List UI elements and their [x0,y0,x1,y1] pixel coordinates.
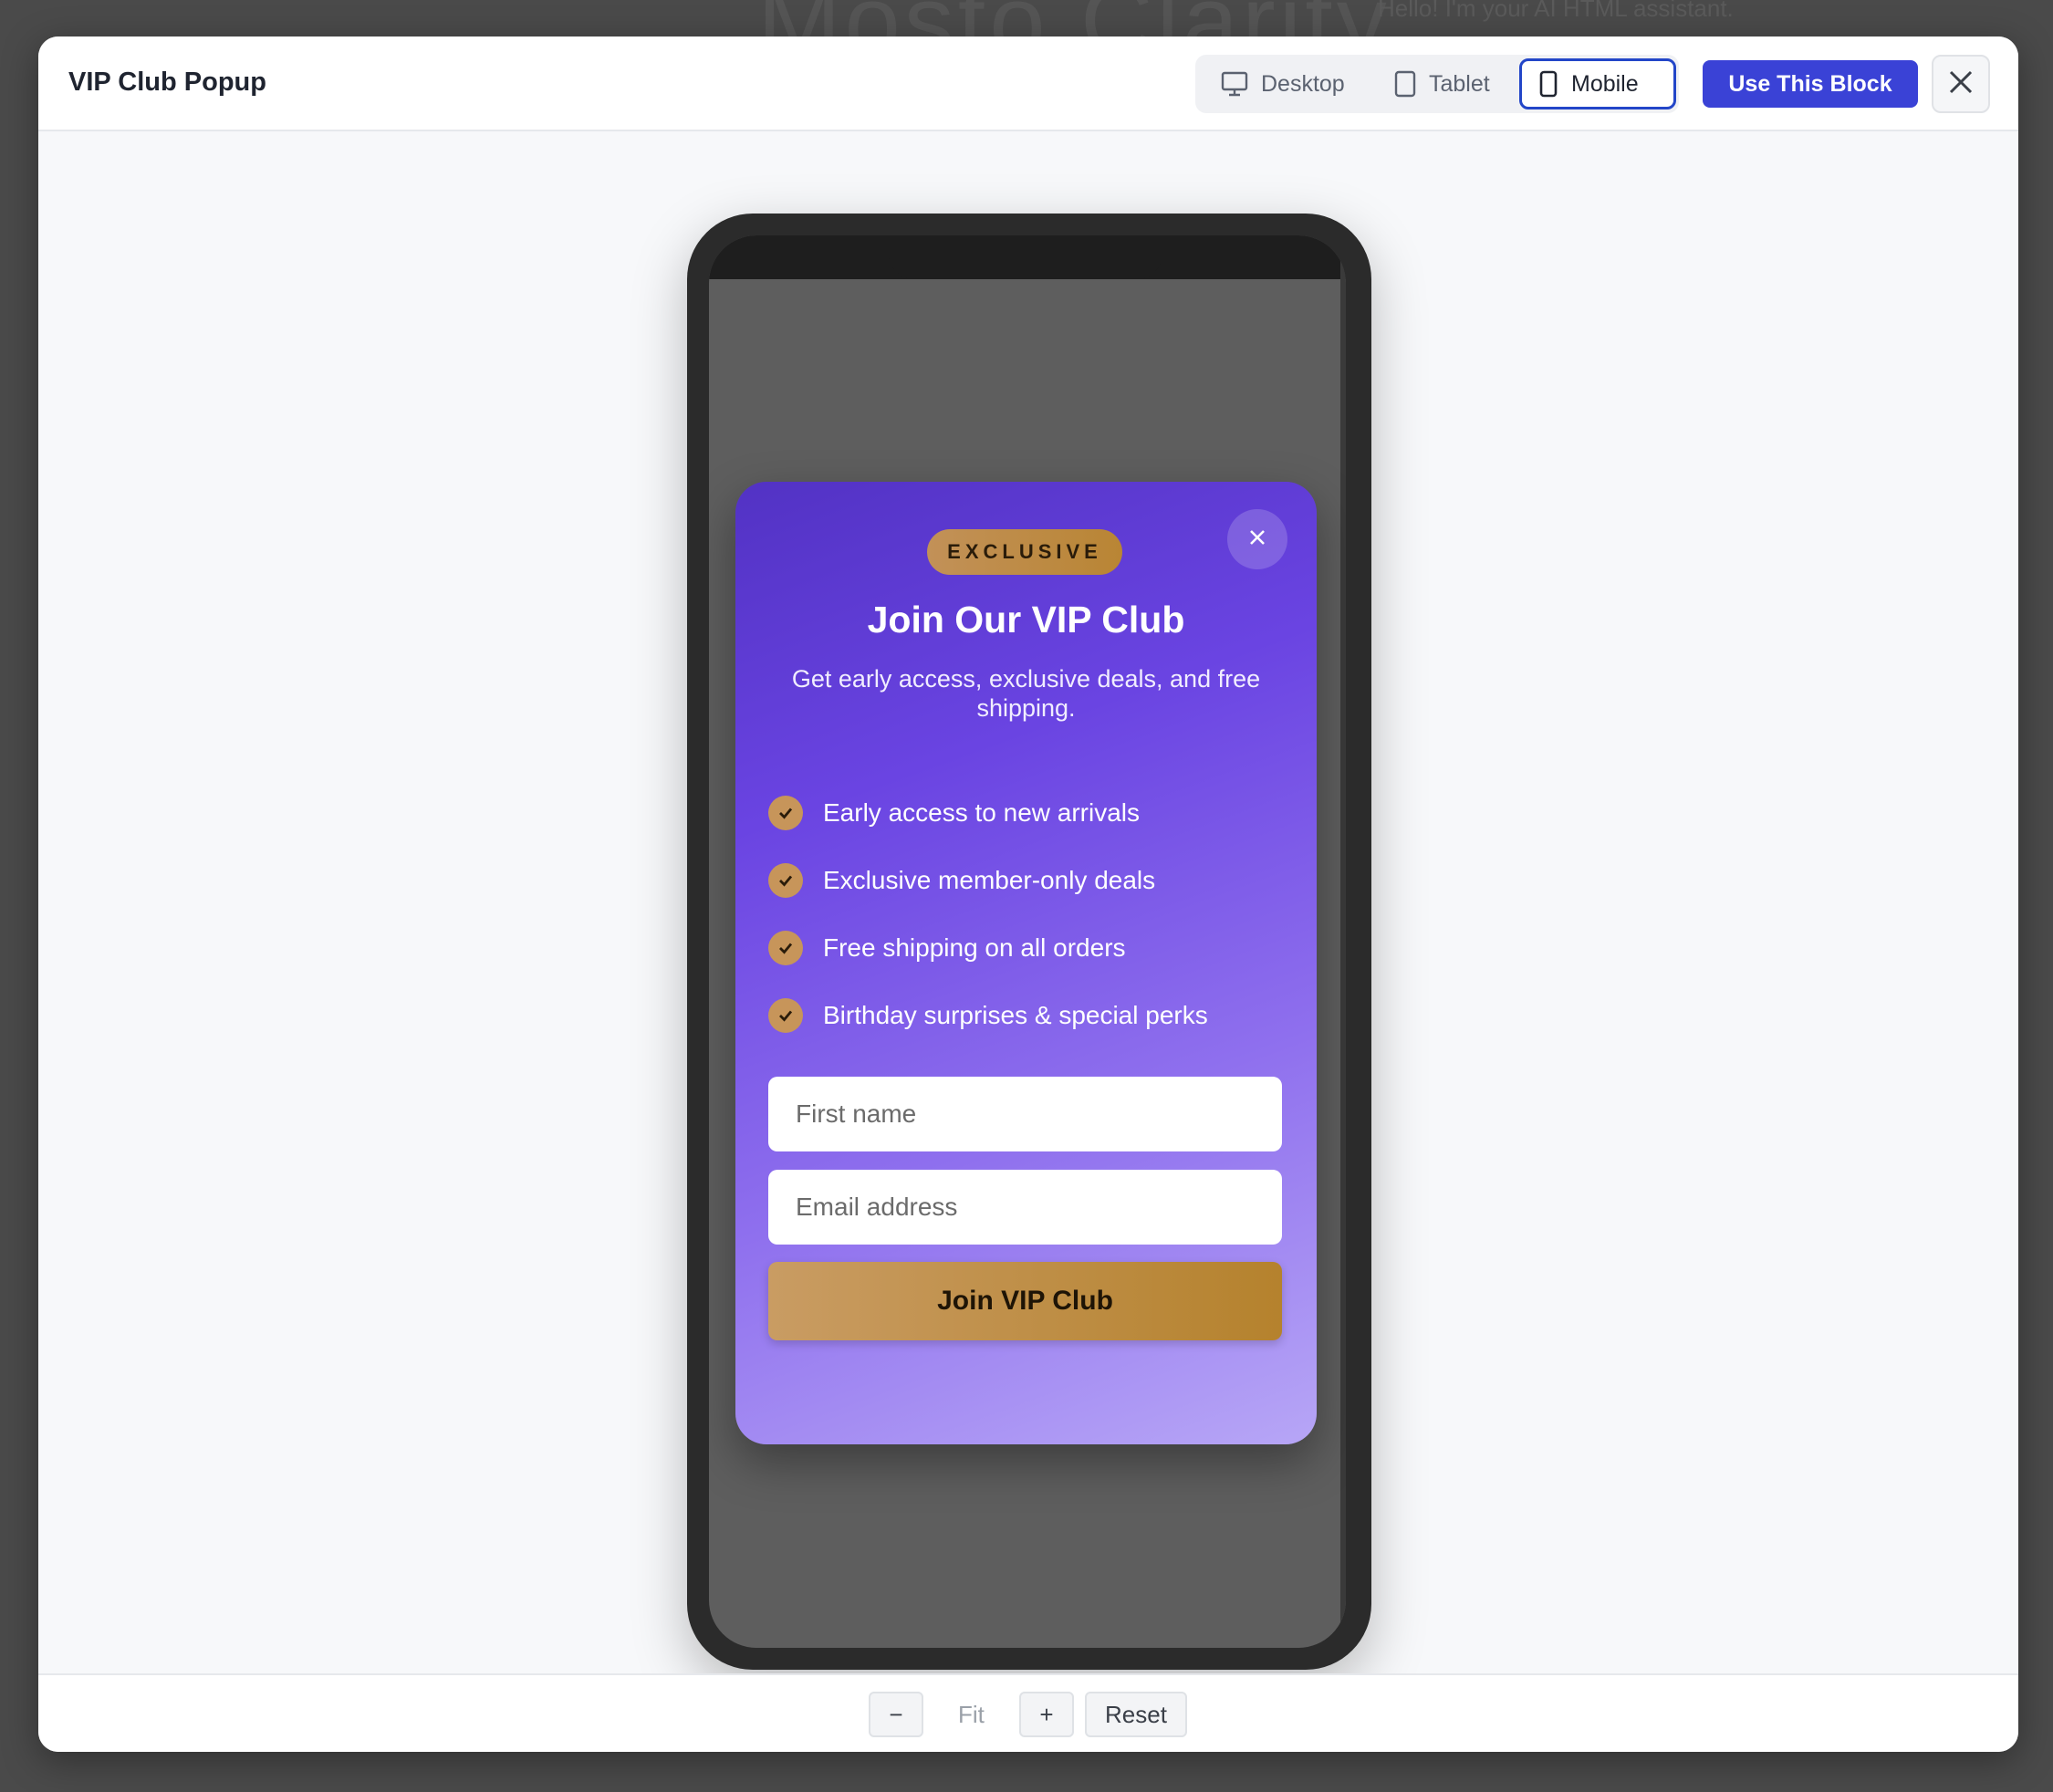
exclusive-badge: EXCLUSIVE [927,529,1122,575]
modal-close-button[interactable] [1932,55,1990,113]
benefit-text: Early access to new arrivals [823,798,1141,827]
close-icon [1246,526,1268,553]
benefit-item: Free shipping on all orders [768,914,1297,982]
zoom-out-button[interactable]: − [869,1692,923,1737]
check-icon [768,998,803,1033]
zoom-fit-label[interactable]: Fit [958,1701,985,1729]
modal-header: VIP Club Popup Desktop Tablet Mobile Use… [38,36,2018,131]
preview-modal: VIP Club Popup Desktop Tablet Mobile Use… [38,36,2018,1752]
zoom-toolbar: − Fit + Reset [38,1673,2018,1752]
vip-popup: EXCLUSIVE Join Our VIP Club Get early ac… [735,482,1317,1444]
benefit-text: Birthday surprises & special perks [823,1001,1208,1029]
benefits-list: Early access to new arrivals Exclusive m… [768,779,1297,1049]
device-tablet-button[interactable]: Tablet [1378,58,1506,109]
benefit-item: Birthday surprises & special perks [768,982,1297,1049]
device-tablet-label: Tablet [1429,70,1490,97]
check-icon [768,931,803,965]
screen-scrollbar[interactable] [1340,235,1346,1648]
device-switcher: Desktop Tablet Mobile [1195,55,1679,113]
join-vip-club-button[interactable]: Join VIP Club [768,1262,1282,1340]
device-mobile-button[interactable]: Mobile [1519,58,1676,109]
preview-canvas: EXCLUSIVE Join Our VIP Club Get early ac… [38,131,2018,1673]
tablet-icon [1394,70,1416,98]
close-icon [1947,68,1975,100]
popup-close-button[interactable] [1227,509,1287,569]
phone-screen: EXCLUSIVE Join Our VIP Club Get early ac… [709,235,1346,1648]
check-icon [768,863,803,898]
benefit-text: Exclusive member-only deals [823,866,1156,894]
email-input[interactable] [768,1170,1282,1245]
popup-subtitle: Get early access, exclusive deals, and f… [791,665,1261,722]
device-desktop-label: Desktop [1261,70,1345,97]
benefit-text: Free shipping on all orders [823,933,1126,962]
background-assistant-hint: Hello! I'm your AI HTML assistant. [1378,0,1734,22]
use-this-block-button[interactable]: Use This Block [1703,60,1918,108]
phone-frame: EXCLUSIVE Join Our VIP Club Get early ac… [687,214,1371,1670]
mobile-icon [1538,70,1558,98]
popup-title: Join Our VIP Club [867,599,1185,641]
phone-notch [889,235,1162,279]
benefit-item: Early access to new arrivals [768,779,1297,847]
zoom-in-button[interactable]: + [1019,1692,1074,1737]
zoom-reset-button[interactable]: Reset [1085,1692,1187,1737]
device-mobile-label: Mobile [1571,70,1639,97]
device-desktop-button[interactable]: Desktop [1204,58,1361,109]
check-icon [768,796,803,830]
first-name-input[interactable] [768,1077,1282,1151]
monitor-icon [1221,71,1248,97]
modal-title: VIP Club Popup [68,68,266,97]
benefit-item: Exclusive member-only deals [768,847,1297,914]
